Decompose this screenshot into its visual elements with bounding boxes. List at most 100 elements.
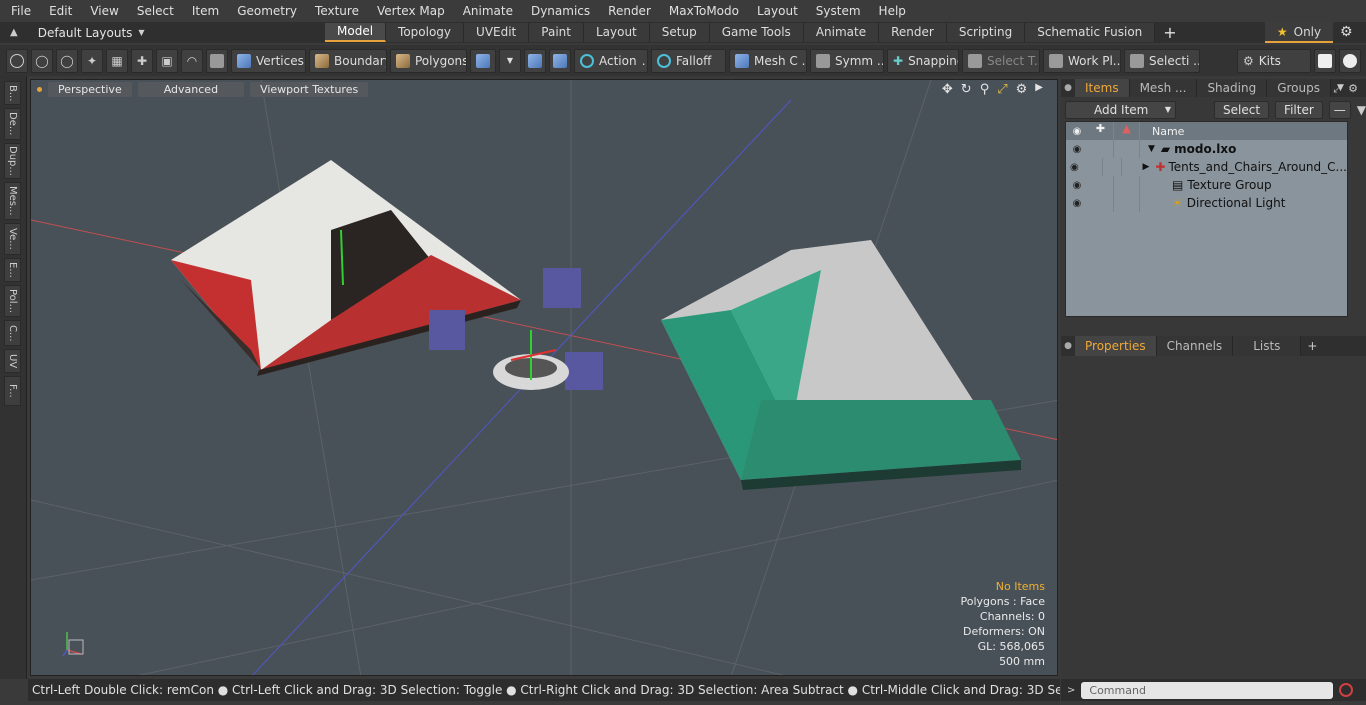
menu-edit[interactable]: Edit [40,0,81,22]
vertices-button[interactable]: Vertices [231,48,306,73]
panel-dot-icon[interactable]: ● [1061,336,1075,356]
add-tab-button[interactable]: + [1155,23,1184,42]
menu-vertex-map[interactable]: Vertex Map [368,0,454,22]
menu-layout[interactable]: Layout [748,0,807,22]
tree-row-scene[interactable]: ◉ ▼ ▰ modo.lxo [1066,140,1347,158]
tab-schematic-fusion[interactable]: Schematic Fusion [1025,23,1156,42]
tab-items[interactable]: Items [1075,79,1130,97]
expand-icon[interactable]: ⤢ [1333,82,1342,96]
symmetry-button[interactable]: Symm ... [810,48,884,73]
collapse-button[interactable]: — [1328,101,1351,119]
tab-render[interactable]: Render [879,23,947,42]
frame-button[interactable]: ▣ [156,48,178,73]
left-tab-basic[interactable]: B... [4,81,21,105]
advanced-button[interactable]: Advanced [137,81,245,97]
funnel-icon[interactable]: ▼ [1357,103,1366,117]
add-item-button[interactable]: Add Item ▼ [1065,101,1177,119]
menu-view[interactable]: View [81,0,127,22]
collapse-icon[interactable]: ▲ [10,27,18,38]
work-plane-button[interactable]: Work Pl... [1043,48,1121,73]
tab-shading[interactable]: Shading [1197,79,1268,97]
play-icon[interactable]: ▶ [1035,82,1043,97]
select-through-button[interactable]: Select T... [962,48,1040,73]
maximize-icon[interactable]: ⤢ [997,82,1007,97]
move-icon[interactable]: ✥ [942,82,953,97]
rotate-icon[interactable]: ↻ [961,82,972,97]
menu-geometry[interactable]: Geometry [228,0,306,22]
menu-system[interactable]: System [807,0,870,22]
panel-dot-icon[interactable]: ● [1061,83,1075,93]
tree-row-light[interactable]: ◉ ☀ Directional Light [1066,194,1347,212]
perspective-button[interactable]: Perspective [48,81,132,97]
tab-mesh[interactable]: Mesh ... [1129,79,1198,97]
eye-icon[interactable]: ◉ [1066,198,1088,209]
left-tab-curve[interactable]: C... [4,320,21,346]
snap-button[interactable] [524,48,546,73]
unity-button[interactable] [1314,48,1336,73]
material-button[interactable] [470,48,496,73]
tab-scripting[interactable]: Scripting [946,23,1026,42]
selection-sets-button[interactable]: Selecti ... [1124,48,1200,73]
left-tab-vertex[interactable]: Ve... [4,223,21,255]
left-tab-deform[interactable]: De... [4,108,21,140]
gear-icon[interactable]: ⚙ [1340,24,1353,40]
tree-row-texture-group[interactable]: ◉ ▤ Texture Group [1066,176,1347,194]
left-tab-mesh[interactable]: Mes... [4,182,21,220]
kits-button[interactable]: ⚙ Kits [1237,48,1311,73]
lasso-button[interactable]: ◯ [56,48,78,73]
tab-animate[interactable]: Animate [803,23,880,42]
eye-icon[interactable]: ◉ [1066,162,1083,173]
expand-arrow-icon[interactable]: ▶ [1122,162,1149,172]
eye-icon[interactable]: ◉ [1066,144,1088,155]
tab-channels[interactable]: Channels [1156,336,1234,356]
brush-button[interactable]: ✦ [81,48,103,73]
menu-dynamics[interactable]: Dynamics [522,0,599,22]
material-dropdown[interactable]: ▼ [499,48,521,73]
menu-file[interactable]: File [0,0,40,22]
left-tab-uv[interactable]: UV [4,349,21,373]
filter-button[interactable]: Filter [1275,101,1323,119]
tab-game-tools[interactable]: Game Tools [709,23,804,42]
action-button[interactable]: Action… [574,48,648,73]
3d-viewport[interactable]: Perspective Advanced Viewport Textures ✥… [30,79,1058,676]
menu-texture[interactable]: Texture [306,0,368,22]
select-mode-button[interactable] [6,48,28,73]
tab-uvedit[interactable]: UVEdit [464,23,530,42]
gear-icon[interactable]: ⚙ [1348,82,1358,96]
tab-model[interactable]: Model [325,23,387,42]
tab-properties[interactable]: Properties [1075,336,1157,356]
record-icon[interactable] [1339,683,1354,697]
zoom-icon[interactable]: ⚲ [980,82,990,97]
expand-arrow-icon[interactable]: ▼ [1140,144,1155,154]
menu-animate[interactable]: Animate [454,0,522,22]
symmetry-toggle-button[interactable] [549,48,571,73]
command-input[interactable]: Command [1081,681,1334,699]
align-button[interactable]: ▦ [106,48,128,73]
boundary-button[interactable]: Boundary [309,48,387,73]
center-button[interactable]: ✚ [131,48,153,73]
item-mode-button[interactable] [206,48,228,73]
left-tab-duplicate[interactable]: Dup... [4,143,21,179]
name-column-header[interactable]: Name [1140,125,1184,138]
polygons-button[interactable]: Polygons [390,48,467,73]
gear-icon[interactable]: ⚙ [1016,82,1028,97]
tab-lists[interactable]: Lists [1233,336,1302,356]
tab-layout[interactable]: Layout [583,23,650,42]
globe-button[interactable]: ◯ [31,48,53,73]
snapping-button[interactable]: ✚ Snapping [887,48,959,73]
menu-item[interactable]: Item [183,0,228,22]
chevron-right-icon[interactable]: > [1067,685,1075,696]
menu-select[interactable]: Select [128,0,183,22]
left-tab-polygon[interactable]: Pol... [4,285,21,317]
tree-row-mesh[interactable]: ◉ ▶ ✚ Tents_and_Chairs_Around_C... [1066,158,1347,176]
mesh-constraints-button[interactable]: Mesh C ... [729,48,807,73]
menu-help[interactable]: Help [870,0,915,22]
falloff-button[interactable]: Falloff [651,48,726,73]
add-tab-button[interactable]: + [1301,336,1317,356]
tab-setup[interactable]: Setup [649,23,710,42]
left-tab-edge[interactable]: E... [4,258,21,282]
menu-maxtomodo[interactable]: MaxToModo [660,0,748,22]
viewport-textures-button[interactable]: Viewport Textures [250,81,369,97]
only-toggle[interactable]: ★ Only [1265,22,1333,43]
tab-topology[interactable]: Topology [386,23,465,42]
